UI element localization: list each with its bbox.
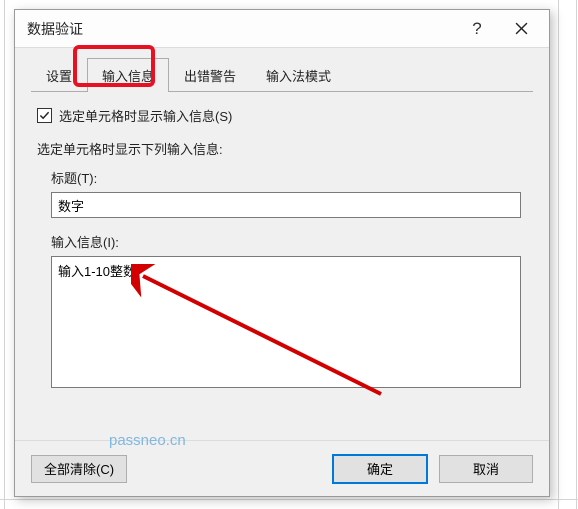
- close-button[interactable]: [499, 14, 543, 44]
- dialog-button-row: 全部清除(C) 确定 取消: [15, 440, 549, 496]
- message-textarea[interactable]: [51, 256, 521, 388]
- section-label: 选定单元格时显示下列输入信息:: [37, 139, 527, 158]
- tab-input-message[interactable]: 输入信息: [87, 58, 169, 92]
- tab-settings[interactable]: 设置: [31, 58, 87, 92]
- tab-ime-mode[interactable]: 输入法模式: [251, 58, 346, 92]
- tab-row: 设置 输入信息 出错警告 输入法模式: [31, 58, 533, 92]
- tab-error-alert[interactable]: 出错警告: [169, 58, 251, 92]
- cancel-button[interactable]: 取消: [439, 455, 533, 483]
- show-input-message-checkbox-row[interactable]: 选定单元格时显示输入信息(S): [37, 106, 527, 125]
- message-field-label: 输入信息(I):: [51, 232, 527, 251]
- title-field-label: 标题(T):: [51, 168, 527, 187]
- title-input[interactable]: [51, 192, 521, 218]
- dialog-title: 数据验证: [27, 19, 455, 39]
- ok-button[interactable]: 确定: [333, 455, 427, 483]
- dialog-titlebar: 数据验证 ?: [15, 10, 549, 48]
- checkbox-icon: [37, 108, 52, 123]
- clear-all-button[interactable]: 全部清除(C): [31, 455, 127, 483]
- checkbox-label: 选定单元格时显示输入信息(S): [59, 106, 232, 125]
- data-validation-dialog: 数据验证 ? 设置 输入信息 出错警告 输入法模式 选定单元格时显示输入信: [14, 9, 550, 497]
- help-button[interactable]: ?: [455, 14, 499, 44]
- close-icon: [515, 22, 528, 35]
